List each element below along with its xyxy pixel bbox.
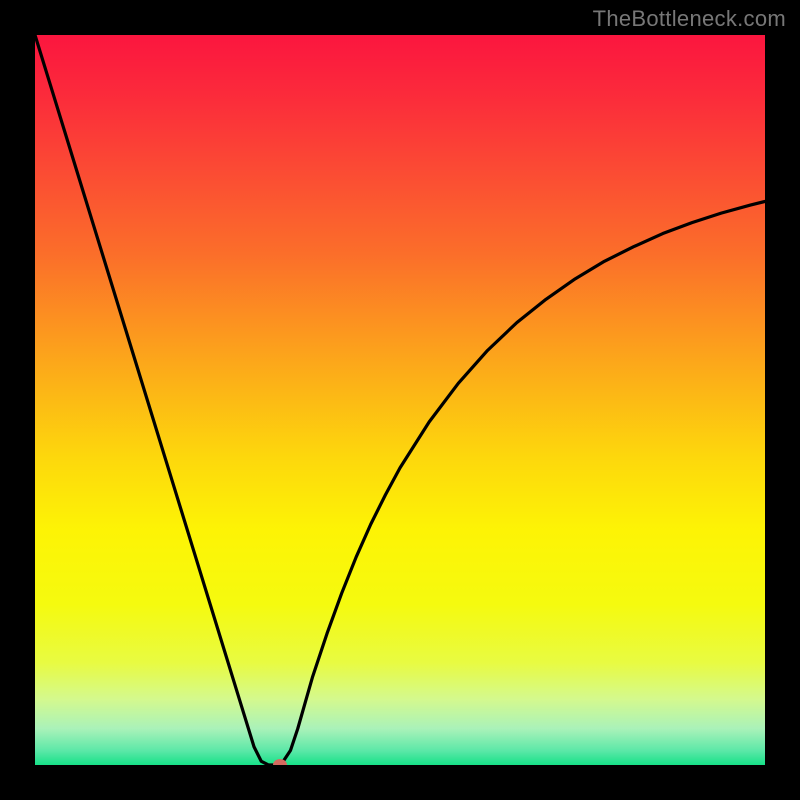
background-gradient <box>35 35 765 765</box>
watermark-text: TheBottleneck.com <box>593 6 786 32</box>
chart-frame: TheBottleneck.com <box>0 0 800 800</box>
plot-area <box>35 35 765 765</box>
